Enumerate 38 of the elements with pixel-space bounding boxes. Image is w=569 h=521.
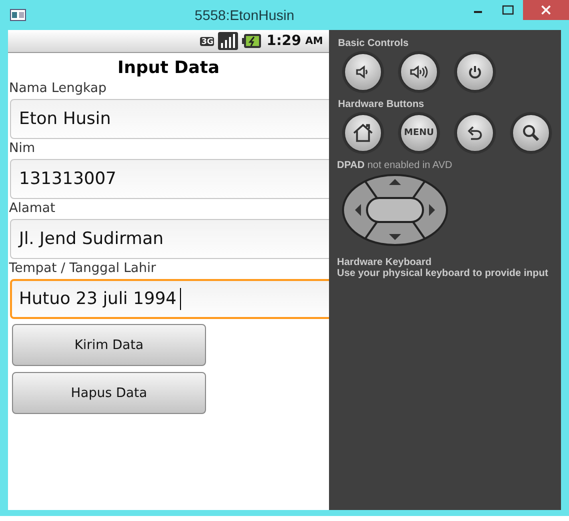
app-icon [10, 9, 26, 21]
menu-button[interactable]: MENU [400, 114, 438, 152]
text-field[interactable]: Eton Husin [10, 99, 329, 139]
dpad-note: DPAD not enabled in AVD [337, 160, 454, 171]
text-field[interactable]: Hutuo 23 juli 1994 [10, 279, 329, 319]
close-button[interactable] [523, 0, 569, 20]
search-icon [521, 123, 541, 143]
volume-down-button[interactable] [344, 53, 382, 91]
signal-icon [218, 32, 238, 50]
clock-meridiem: AM [305, 36, 323, 46]
home-icon [352, 123, 374, 143]
field-label: Nim [8, 141, 36, 157]
field-label: Alamat [8, 201, 56, 217]
power-icon [467, 64, 483, 80]
window-title: 5558:EtonHusin [194, 7, 296, 23]
field-label: Nama Lengkap [8, 81, 108, 97]
volume-up-icon [409, 64, 429, 80]
text-field[interactable]: 131313007 [10, 159, 329, 199]
form-title: Input Data [116, 57, 220, 79]
home-button[interactable] [344, 114, 382, 152]
section-title: Hardware Buttons [338, 99, 426, 110]
volume-up-button[interactable] [400, 53, 438, 91]
field-label: Tempat / Tanggal Lahir [8, 261, 157, 277]
search-button[interactable] [512, 114, 550, 152]
maximize-icon [502, 5, 514, 15]
keyboard-title: Hardware Keyboard [337, 257, 432, 268]
battery-icon [242, 33, 262, 49]
close-icon [540, 4, 552, 16]
text-field[interactable]: Jl. Jend Sudirman [10, 219, 329, 259]
section-title: Basic Controls [338, 38, 410, 49]
clock-time: 1:29 [266, 33, 302, 49]
back-button[interactable] [456, 114, 494, 152]
network-type: 3G [200, 36, 214, 46]
back-icon [466, 124, 484, 142]
keyboard-hint: Use your physical keyboard to provide input [337, 268, 550, 279]
form-button[interactable]: Kirim Data [12, 324, 206, 366]
power-button[interactable] [456, 53, 494, 91]
form-button[interactable]: Hapus Data [12, 372, 206, 414]
